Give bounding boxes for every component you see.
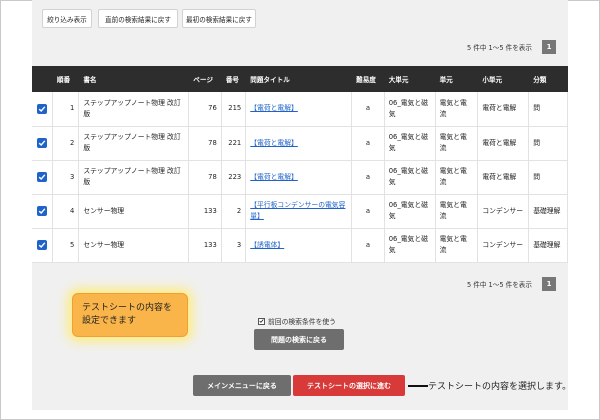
check-icon [38,208,46,215]
cell-minor: コンデンサー [477,228,530,263]
cell-major: 06_電気と磁気 [384,126,436,161]
cell-number: 223 [221,160,247,195]
col-header-number[interactable]: 番号 [221,66,247,92]
cell-category: 問 [528,126,568,161]
results-table: 順番 書名 ページ 番号 問題タイトル 難易度 大単元 単元 小単元 分類 1 … [32,66,568,263]
page-button[interactable]: 1 [542,40,556,54]
table-row: 5 センサー物理 133 3 【誘電体】 a 06_電気と磁気 電気と電流 コン… [32,228,568,263]
first-result-button[interactable]: 最初の検索結果に戻す [182,9,256,28]
cell-minor: コンデンサー [477,194,530,229]
cell-minor: 電荷と電解 [477,126,530,161]
cell-difficulty: a [351,160,385,195]
col-header-check [32,66,53,92]
cell-number: 3 [221,228,247,263]
row-checkbox[interactable] [36,103,47,114]
cell-unit: 電気と電流 [435,160,479,195]
cell-number: 221 [221,126,247,161]
cell-difficulty: a [351,92,385,127]
problem-title-link[interactable]: 【電荷と電解】 [250,173,298,181]
cell-major: 06_電気と磁気 [384,194,436,229]
cell-page: 133 [188,228,222,263]
cell-category: 問 [528,160,568,195]
cell-unit: 電気と電流 [435,228,479,263]
cell-major: 06_電気と磁気 [384,160,436,195]
cell-order: 2 [52,126,80,161]
col-header-book[interactable]: 書名 [78,66,190,92]
col-header-difficulty[interactable]: 難易度 [351,66,385,92]
cell-difficulty: a [351,228,385,263]
check-icon [38,174,46,181]
col-header-title[interactable]: 問題タイトル [245,66,353,92]
check-icon [38,242,46,249]
table-row: 2 ステップアップノート物理 改訂版 78 221 【電荷と電解】 a 06_電… [32,126,568,161]
cell-order: 1 [52,92,80,127]
cell-page: 78 [188,126,222,161]
row-checkbox[interactable] [36,172,47,182]
cell-book: センサー物理 [78,228,190,263]
cell-category: 基礎理解 [528,228,568,263]
problem-title-link[interactable]: 【平行板コンデンサーの電気容量】 [250,201,345,220]
row-checkbox[interactable] [36,206,47,216]
row-checkbox[interactable] [36,240,47,250]
cell-order: 3 [52,160,80,195]
cell-book: センサー物理 [78,194,190,229]
back-to-search-button[interactable]: 問題の検索に戻る [254,329,344,350]
cell-major: 06_電気と磁気 [384,92,436,127]
settings-hint-tooltip: テストシートの内容を設定できます [72,293,188,337]
next-to-test-sheet-button[interactable]: テストシートの選択に進む [293,375,405,396]
cell-minor: 電荷と電解 [477,160,530,195]
cell-unit: 電気と電流 [435,194,479,229]
col-header-minor[interactable]: 小単元 [477,66,530,92]
use-previous-option[interactable]: 前回の検索条件を使う [258,316,336,326]
cell-category: 基礎理解 [528,194,568,229]
cell-order: 4 [52,194,80,229]
check-icon [259,319,264,323]
problem-title-link[interactable]: 【電荷と電解】 [250,139,298,147]
callout-text: テストシートの内容を選択します。 [428,382,572,392]
cell-order: 5 [52,228,80,263]
col-header-category[interactable]: 分類 [528,66,568,92]
col-header-unit[interactable]: 単元 [435,66,479,92]
table-row: 3 ステップアップノート物理 改訂版 78 223 【電荷と電解】 a 06_電… [32,160,568,195]
table-header-row: 順番 書名 ページ 番号 問題タイトル 難易度 大単元 単元 小単元 分類 [32,66,568,92]
main-menu-button[interactable]: メインメニューに戻る [193,375,291,396]
result-count: 5 件中 1～5 件を表示 [466,281,532,289]
row-checkbox[interactable] [36,138,47,148]
table-row: 4 センサー物理 133 2 【平行板コンデンサーの電気容量】 a 06_電気と… [32,194,568,229]
filter-button[interactable]: 絞り込み表示 [42,9,92,28]
cell-number: 215 [221,92,247,127]
cell-difficulty: a [351,194,385,229]
pager-bottom: 5 件中 1～5 件を表示 1 [467,277,556,291]
table-row: 1 ステップアップノート物理 改訂版 76 215 【電荷と電解】 a 06_電… [32,92,568,127]
pager-top: 5 件中 1～5 件を表示 1 [467,40,556,54]
page-button[interactable]: 1 [542,277,556,291]
cell-page: 76 [188,92,222,127]
cell-minor: 電荷と電解 [477,92,530,127]
cell-page: 78 [188,160,222,195]
col-header-major[interactable]: 大単元 [384,66,436,92]
use-previous-checkbox[interactable] [258,317,265,325]
cell-category: 問 [528,92,568,127]
cell-book: ステップアップノート物理 改訂版 [78,126,190,161]
cell-book: ステップアップノート物理 改訂版 [78,160,190,195]
cell-number: 2 [221,194,247,229]
cell-major: 06_電気と磁気 [384,228,436,263]
problem-title-link[interactable]: 【誘電体】 [250,241,284,249]
cell-book: ステップアップノート物理 改訂版 [78,92,190,127]
result-count: 5 件中 1～5 件を表示 [466,44,532,52]
col-header-page[interactable]: ページ [188,66,222,92]
prev-result-button[interactable]: 直前の検索結果に戻す [98,9,178,28]
cell-unit: 電気と電流 [435,126,479,161]
cell-page: 133 [188,194,222,229]
callout-connector [408,385,428,387]
cell-unit: 電気と電流 [435,92,479,127]
cell-difficulty: a [351,126,385,161]
check-icon [38,106,46,112]
col-header-order[interactable]: 順番 [52,66,80,92]
problem-title-link[interactable]: 【電荷と電解】 [250,104,298,112]
use-previous-label: 前回の検索条件を使う [268,318,336,326]
check-icon [38,140,46,147]
